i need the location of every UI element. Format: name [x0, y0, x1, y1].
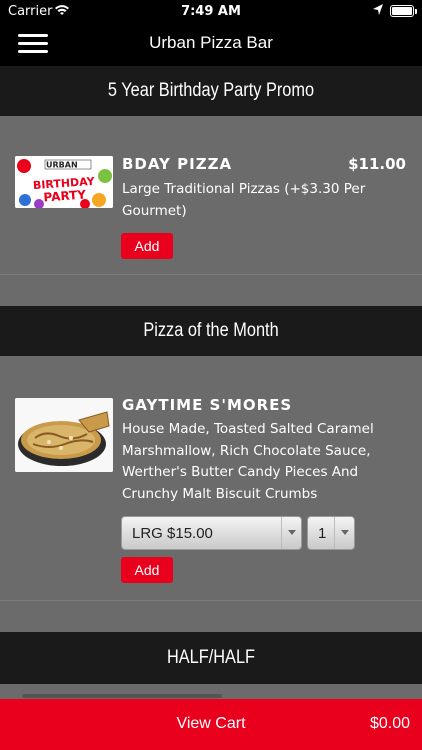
section-header-half-half: HALF/HALF [0, 632, 422, 684]
image-logo-text: URBAN [46, 161, 78, 170]
quantity-select-value: 1 [318, 525, 327, 542]
battery-icon [390, 5, 417, 17]
menu-item-bday-pizza: URBAN BIRTHDAY PARTY BDAY PIZZA $11.00 L… [0, 116, 422, 276]
item-divider [0, 600, 422, 601]
size-select-value: LRG $15.00 [132, 525, 213, 542]
section-title: Pizza of the Month [143, 320, 279, 341]
app-screen: Carrier 7:49 AM Urban Pizza Bar 5 Year B… [0, 0, 422, 750]
section-title: 5 Year Birthday Party Promo [107, 80, 315, 101]
view-cart-button[interactable]: View Cart $0.00 [0, 699, 422, 750]
page-title: Urban Pizza Bar [149, 33, 273, 52]
item-divider [0, 274, 422, 275]
section-header-birthday-promo: 5 Year Birthday Party Promo [0, 66, 422, 116]
item-name: BDAY PIZZA [122, 155, 233, 173]
cart-total: $0.00 [369, 715, 410, 732]
location-arrow-icon [372, 3, 384, 21]
dropdown-arrow-icon [334, 517, 354, 549]
section-title: HALF/HALF [166, 647, 256, 668]
nav-bar: Urban Pizza Bar [0, 22, 422, 66]
item-description: House Made, Toasted Salted Caramel Marsh… [122, 421, 374, 502]
add-to-cart-button[interactable]: Add [121, 233, 173, 259]
svg-text:PARTY: PARTY [43, 188, 87, 205]
item-description: Large Traditional Pizzas (+$3.30 Per Gou… [122, 181, 366, 219]
view-cart-label: View Cart [176, 715, 246, 732]
clock: 7:49 AM [181, 4, 241, 19]
partially-hidden-content [22, 694, 222, 698]
dropdown-arrow-icon [281, 517, 301, 549]
item-name: GAYTIME S'MORES [122, 396, 293, 414]
item-image-bday-pizza[interactable]: URBAN BIRTHDAY PARTY [15, 156, 113, 208]
item-image-smores-pizza[interactable] [15, 398, 113, 472]
item-price: $11.00 [348, 155, 406, 173]
menu-item-gaytime-smores: GAYTIME S'MORES House Made, Toasted Salt… [0, 356, 422, 602]
add-to-cart-button[interactable]: Add [121, 557, 173, 583]
size-select[interactable]: LRG $15.00 [121, 516, 302, 550]
status-bar: Carrier 7:49 AM [0, 0, 422, 22]
quantity-select[interactable]: 1 [307, 516, 355, 550]
section-header-pizza-of-month: Pizza of the Month [0, 306, 422, 356]
